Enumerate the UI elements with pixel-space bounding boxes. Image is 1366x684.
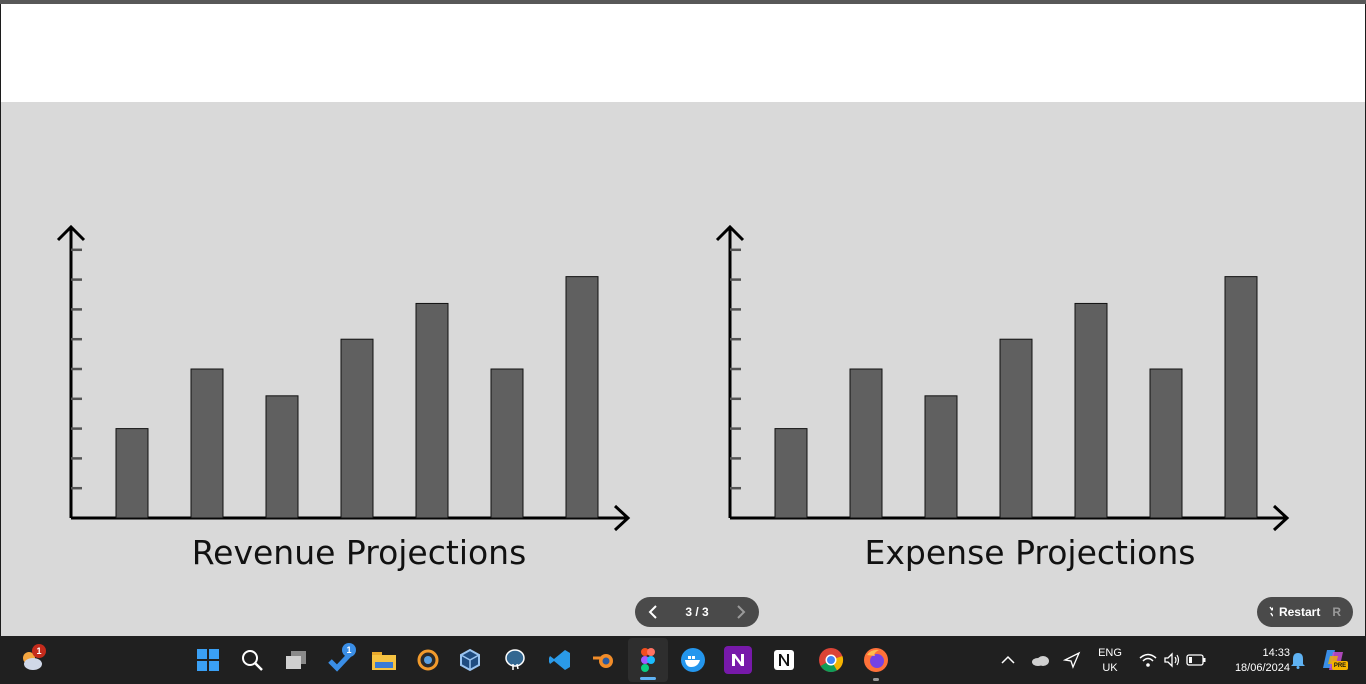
active-indicator [640, 677, 656, 680]
blender-icon [593, 654, 613, 668]
cloud-icon [1032, 656, 1049, 666]
slide-counter: 3 / 3 [685, 605, 709, 619]
expense-chart: Expense Projections [715, 224, 1290, 572]
clock-date: 18/06/2024 [1234, 662, 1290, 674]
file-explorer-app[interactable] [370, 646, 398, 674]
docker-app[interactable] [679, 646, 707, 674]
slide-header-area [1, 4, 1365, 102]
chart-bar [190, 368, 224, 519]
onenote-icon [732, 654, 744, 666]
notifications-button[interactable] [1284, 646, 1312, 674]
orange-circle-app-icon [417, 649, 439, 671]
chrome-app[interactable] [817, 646, 845, 674]
chevron-up-icon [1001, 655, 1015, 664]
keyboard-layout: UK [1102, 662, 1118, 674]
figma-icon [641, 648, 655, 672]
clock[interactable]: 14:33 18/06/2024 [1214, 646, 1290, 676]
notion-app[interactable] [770, 646, 798, 674]
chart-bar [849, 368, 883, 519]
chevron-left-icon [648, 605, 657, 619]
blender-like-app[interactable] [414, 646, 442, 674]
chart-bar [1224, 276, 1258, 519]
chart-bar [415, 302, 449, 519]
bell-icon [1291, 653, 1305, 669]
battery-icon [1186, 654, 1206, 666]
wifi-icon [1139, 653, 1157, 667]
firefox-icon [864, 648, 888, 672]
firefox-app[interactable] [862, 646, 890, 674]
virtualbox-app[interactable] [456, 646, 484, 674]
show-hidden-icons-button[interactable] [994, 646, 1022, 674]
slide-pager: 3 / 3 [635, 597, 759, 627]
elephant-icon [505, 649, 525, 670]
chart-title: Revenue Projections [192, 533, 527, 572]
chart-bar [924, 395, 958, 519]
docker-icon [681, 648, 705, 672]
onedrive-tray[interactable] [1026, 646, 1054, 674]
chart-bar [565, 276, 599, 519]
task-view-icon [286, 651, 306, 669]
chart-bar [340, 338, 374, 519]
chart-bar [115, 428, 149, 519]
copilot-button[interactable]: PRE [1320, 646, 1348, 674]
presentation-slide: Revenue Projections Expense Projections [1, 102, 1365, 636]
next-slide-button[interactable] [733, 604, 749, 620]
start-button[interactable] [194, 646, 222, 674]
chart-bar [1149, 368, 1183, 519]
notion-icon [774, 650, 794, 670]
charts-canvas: Revenue Projections Expense Projections [56, 224, 1290, 572]
battery-tray[interactable] [1182, 646, 1210, 674]
onenote-app[interactable] [724, 646, 752, 674]
vscode-app[interactable] [546, 646, 574, 674]
restart-shortcut: R [1332, 605, 1341, 619]
cube-icon [460, 648, 480, 672]
search-button[interactable] [238, 646, 266, 674]
restart-label: Restart [1278, 605, 1321, 619]
chrome-icon [819, 648, 844, 673]
taskbar: 1 1 ENG UK 14:33 18/06/2024 PRE [0, 636, 1366, 684]
chart-bar [774, 428, 808, 519]
copilot-preview-tag: PRE [1332, 661, 1348, 670]
chart-bar [999, 338, 1033, 519]
language-code: ENG [1098, 647, 1122, 659]
blender-app[interactable] [590, 646, 618, 674]
running-indicator [873, 678, 879, 681]
chart-title: Expense Projections [865, 533, 1196, 572]
chart-bar [490, 368, 524, 519]
folder-icon [372, 652, 396, 670]
chevron-right-icon [737, 605, 746, 619]
vscode-icon [549, 650, 570, 670]
prev-slide-button[interactable] [645, 604, 661, 620]
chart-bar [1074, 302, 1108, 519]
location-tray[interactable] [1058, 646, 1086, 674]
clock-time: 14:33 [1262, 647, 1290, 659]
todo-app[interactable]: 1 [327, 643, 356, 674]
revenue-chart: Revenue Projections [56, 224, 631, 572]
restart-icon [1269, 606, 1273, 617]
location-arrow-icon [1063, 651, 1081, 669]
postgresql-app[interactable] [501, 646, 529, 674]
search-icon [242, 650, 263, 671]
weather-widget[interactable]: 1 [18, 644, 46, 674]
input-language-indicator[interactable]: ENG UK [1092, 646, 1128, 676]
windows-start-icon [197, 649, 219, 671]
restart-button[interactable]: Restart R [1257, 597, 1353, 627]
task-view-button[interactable] [282, 646, 310, 674]
figma-app[interactable] [634, 646, 662, 674]
chart-bar [265, 395, 299, 519]
todo-badge: 1 [342, 643, 356, 657]
weather-badge: 1 [32, 644, 46, 658]
speaker-icon [1164, 652, 1180, 668]
